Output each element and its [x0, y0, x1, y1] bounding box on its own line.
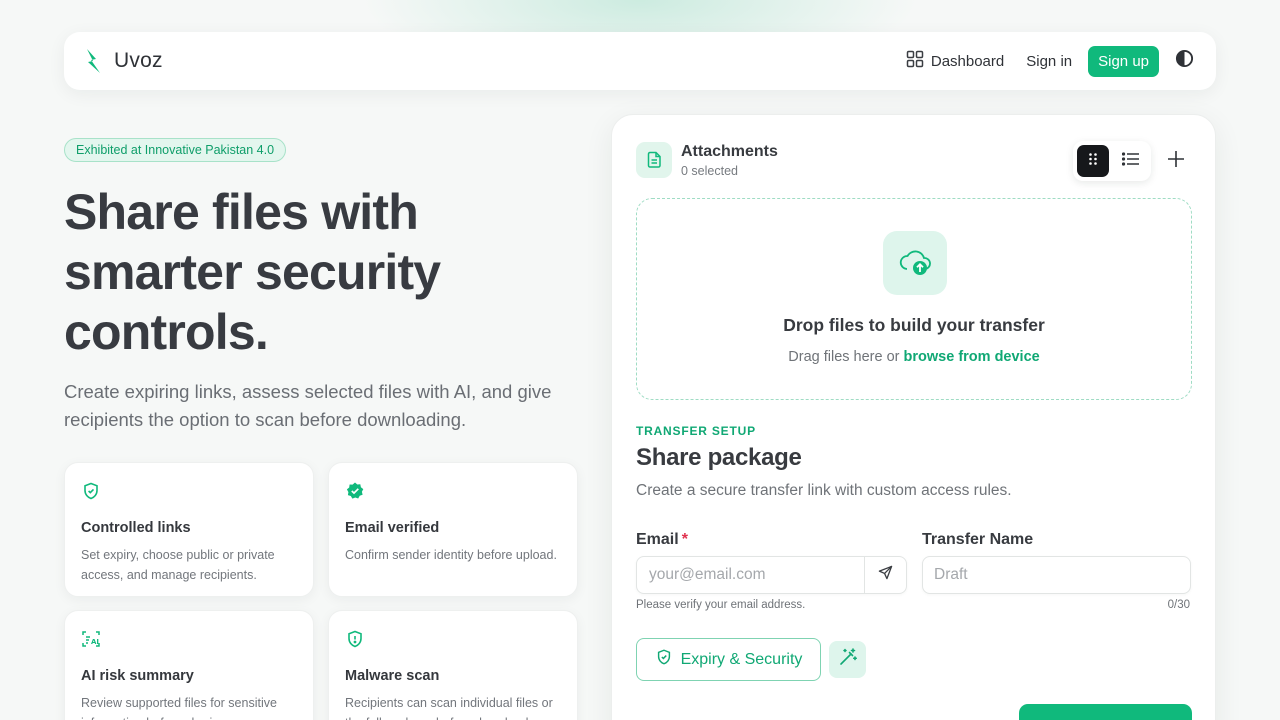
- hero-title: Share files with smarter security contro…: [64, 182, 584, 362]
- email-helper-text: Please verify your email address.: [636, 599, 806, 611]
- required-marker: *: [681, 531, 688, 548]
- section-subtitle: Create a secure transfer link with custo…: [636, 482, 1012, 499]
- feature-title: Malware scan: [345, 668, 440, 684]
- add-attachment-button[interactable]: [1164, 149, 1188, 173]
- sign-in-link[interactable]: Sign in: [1026, 53, 1072, 70]
- attachments-title: Attachments: [681, 142, 778, 160]
- expiry-security-label: Expiry & Security: [680, 650, 803, 668]
- feature-card-ai-risk-summary: AI AI risk summary Review supported file…: [64, 610, 314, 720]
- browse-device-link[interactable]: browse from device: [904, 349, 1040, 365]
- list-icon: [1121, 151, 1140, 171]
- hero-title-line: controls.: [64, 304, 269, 360]
- dropzone-title: Drop files to build your transfer: [783, 315, 1045, 335]
- bolt-logo-icon: [84, 48, 102, 74]
- shield-icon: [655, 648, 673, 671]
- ai-assist-button[interactable]: [829, 641, 866, 678]
- ai-scan-icon: AI: [81, 629, 297, 649]
- theme-toggle[interactable]: [1175, 49, 1194, 73]
- sign-up-button[interactable]: Sign up: [1088, 45, 1159, 77]
- grid-icon: [906, 50, 924, 72]
- feature-card-email-verified: Email verified Confirm sender identity b…: [328, 462, 578, 597]
- shield-icon: [345, 629, 561, 649]
- section-label: TRANSFER SETUP: [636, 424, 756, 438]
- plus-icon: [1167, 150, 1185, 173]
- exhibition-badge: Exhibited at Innovative Pakistan 4.0: [64, 138, 287, 162]
- view-toggle: [1073, 141, 1151, 181]
- hero-title-line: Share files with: [64, 184, 419, 240]
- feature-title: AI risk summary: [81, 668, 194, 684]
- feature-description: Review supported files for sensitive inf…: [81, 696, 277, 720]
- magic-wand-icon: [838, 647, 858, 672]
- file-dropzone[interactable]: Drop files to build your transfer Drag f…: [636, 198, 1192, 400]
- email-input[interactable]: [637, 557, 864, 593]
- name-char-counter: 0/30: [1167, 599, 1190, 611]
- grid-view-button[interactable]: [1077, 145, 1109, 177]
- dashboard-link[interactable]: Dashboard: [906, 50, 1004, 72]
- email-label-text: Email: [636, 531, 679, 548]
- cloud-upload-icon: [883, 231, 947, 295]
- contrast-icon: [1175, 49, 1194, 73]
- verified-badge-icon: [345, 481, 561, 501]
- feature-card-malware-scan: Malware scan Recipients can scan individ…: [328, 610, 578, 720]
- expiry-security-button[interactable]: Expiry & Security: [636, 638, 821, 681]
- dropzone-subtitle: Drag files here or browse from device: [637, 349, 1191, 365]
- list-view-button[interactable]: [1115, 145, 1147, 177]
- feature-title: Controlled links: [81, 520, 191, 536]
- attachments-header: Attachments 0 selected: [636, 142, 778, 178]
- email-label: Email *: [636, 531, 688, 549]
- brand-name: Uvoz: [114, 49, 163, 72]
- top-navbar: Uvoz Dashboard Sign in Sign up: [64, 32, 1216, 90]
- section-title: Share package: [636, 444, 802, 471]
- hero-subtitle: Create expiring links, assess selected f…: [64, 381, 552, 430]
- transfer-name-label: Transfer Name: [922, 531, 1034, 548]
- nav-actions: Dashboard Sign in Sign up: [906, 45, 1194, 77]
- send-verification-button[interactable]: [864, 557, 906, 593]
- dots-grid-icon: [1087, 152, 1099, 171]
- svg-text:AI: AI: [91, 638, 99, 646]
- feature-description: Recipients can scan individual files or …: [345, 696, 553, 720]
- attachments-count: 0 selected: [681, 163, 738, 178]
- shield-icon: [81, 481, 297, 501]
- transfer-name-input[interactable]: [922, 556, 1191, 594]
- feature-description: Confirm sender identity before upload.: [345, 548, 557, 562]
- hero-title-line: smarter security: [64, 244, 441, 300]
- feature-title: Email verified: [345, 520, 440, 536]
- dashboard-label: Dashboard: [930, 52, 1005, 70]
- feature-description: Set expiry, choose public or private acc…: [81, 548, 275, 582]
- email-field-group: [636, 556, 907, 594]
- share-panel: Attachments 0 selected Drop files to bui…: [611, 114, 1216, 720]
- create-transfer-button[interactable]: [1019, 704, 1192, 720]
- dropzone-hint: Drag files here or: [788, 349, 904, 365]
- brand[interactable]: Uvoz: [84, 48, 163, 74]
- files-icon: [636, 142, 672, 178]
- feature-card-controlled-links: Controlled links Set expiry, choose publ…: [64, 462, 314, 597]
- send-icon: [878, 565, 893, 585]
